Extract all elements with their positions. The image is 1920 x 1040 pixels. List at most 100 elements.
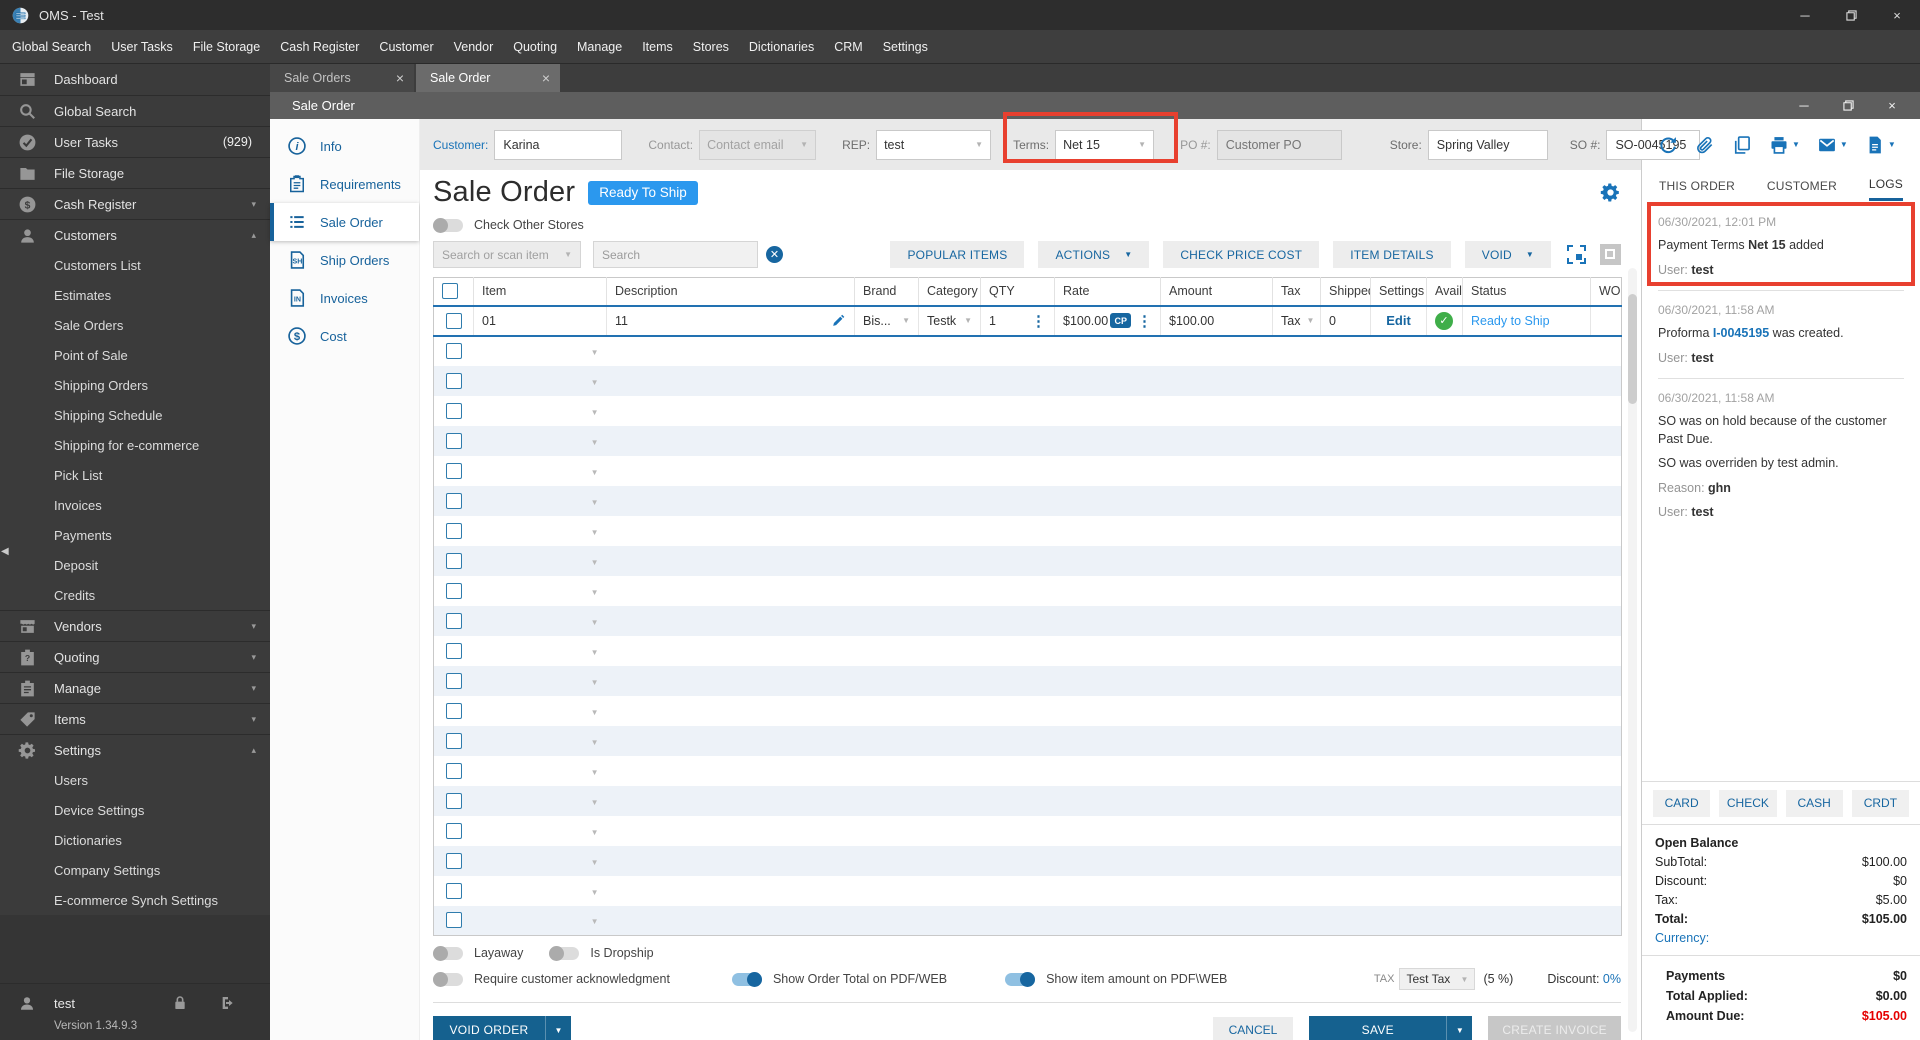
column-header-item[interactable]: Item [473, 277, 607, 306]
kebab-menu-icon[interactable]: ⋮ [1137, 312, 1152, 330]
tab-customer[interactable]: CUSTOMER [1767, 170, 1837, 201]
chevron-down-icon[interactable]: ▼ [591, 408, 599, 417]
select-all-checkbox[interactable] [442, 283, 458, 300]
kebab-menu-icon[interactable]: ⋮ [1031, 312, 1046, 330]
check-other-stores-toggle[interactable] [433, 217, 463, 233]
table-scrollbar[interactable] [1628, 268, 1637, 1032]
sidebar-item-shipping-schedule[interactable]: Shipping Schedule [0, 400, 270, 430]
row-checkbox[interactable] [445, 762, 462, 779]
row-checkbox[interactable] [445, 672, 462, 689]
row-checkbox[interactable] [445, 343, 462, 359]
menubar-item-crm[interactable]: CRM [824, 30, 872, 63]
actions-button[interactable]: ACTIONS ▼ [1038, 241, 1150, 268]
chevron-down-icon[interactable]: ▼ [1124, 250, 1132, 259]
check-price-cost-button[interactable]: CHECK PRICE COST [1163, 241, 1320, 268]
sidebar-item-shipping-for-e-commerce[interactable]: Shipping for e-commerce [0, 430, 270, 460]
multi-select-icon[interactable] [1567, 245, 1586, 264]
maximize-button[interactable] [1828, 0, 1874, 30]
chevron-down-icon[interactable]: ▼ [591, 438, 599, 447]
chevron-down-icon[interactable]: ▼ [591, 378, 599, 387]
contact-select[interactable]: Contact email ▼ [699, 129, 817, 160]
total-row-currency[interactable]: Currency: [1655, 929, 1907, 948]
chevron-down-icon[interactable]: ▼ [591, 348, 599, 357]
chevron-down-icon[interactable]: ▼ [591, 468, 599, 477]
minimize-button[interactable]: ─ [1782, 0, 1828, 30]
menubar-item-global-search[interactable]: Global Search [2, 30, 101, 63]
row-checkbox[interactable] [445, 432, 462, 449]
sidebar-item-invoices[interactable]: Invoices [0, 490, 270, 520]
layaway-toggle[interactable] [433, 945, 463, 961]
email-button[interactable]: ▼ [1817, 135, 1848, 155]
chevron-down-icon[interactable]: ▼ [958, 316, 972, 325]
export-document-button[interactable]: ▼ [1865, 135, 1896, 155]
row-checkbox[interactable] [445, 912, 462, 929]
row-checkbox[interactable] [445, 612, 462, 629]
copy-icon[interactable] [1732, 135, 1752, 155]
row-status-link[interactable]: Ready to Ship [1471, 314, 1550, 328]
item-row[interactable]: 01 11 Bis... ▼ Testk ▼ 1 ⋮ $100.00 CP ⋮ $100.… [433, 304, 1622, 337]
chevron-down-icon[interactable]: ▼ [591, 917, 599, 926]
menubar-item-cash-register[interactable]: Cash Register [270, 30, 369, 63]
print-button[interactable]: ▼ [1769, 135, 1800, 155]
row-checkbox[interactable] [445, 822, 462, 839]
so-number-input[interactable] [1606, 129, 1701, 160]
popular-items-button[interactable]: POPULAR ITEMS [890, 241, 1025, 268]
tax-select[interactable]: Test Tax ▼ [1399, 968, 1476, 990]
po-input[interactable] [1216, 129, 1342, 160]
void-order-dropdown[interactable]: ▼ [545, 1016, 571, 1040]
layout-icon[interactable] [1600, 244, 1621, 265]
chevron-down-icon[interactable]: ▼ [896, 316, 910, 325]
create-invoice-button[interactable]: CREATE INVOICE [1488, 1016, 1621, 1040]
menubar-item-manage[interactable]: Manage [567, 30, 632, 63]
close-button[interactable]: × [1874, 0, 1920, 30]
row-checkbox[interactable] [445, 792, 462, 809]
sidebar-collapse-icon[interactable]: ◀ [1, 546, 9, 557]
discount-value[interactable]: 0% [1603, 972, 1621, 986]
sidebar-item-quoting[interactable]: ? Quoting ▾ [0, 641, 270, 672]
sidebar-item-cash-register[interactable]: $ Cash Register ▾ [0, 188, 270, 219]
pay-button-cash[interactable]: CASH [1785, 789, 1843, 817]
tab-this-order[interactable]: THIS ORDER [1659, 170, 1735, 201]
item-details-button[interactable]: ITEM DETAILS [1333, 241, 1451, 268]
chevron-down-icon[interactable]: ▼ [591, 588, 599, 597]
scrollbar-thumb[interactable] [1628, 294, 1637, 404]
sidebar-item-sale-orders[interactable]: Sale Orders [0, 310, 270, 340]
menubar-item-user-tasks[interactable]: User Tasks [101, 30, 183, 63]
row-checkbox[interactable] [445, 882, 462, 899]
sidebar-item-items[interactable]: Items ▾ [0, 703, 270, 734]
chevron-down-icon[interactable]: ▼ [591, 708, 599, 717]
column-header-amount[interactable]: Amount [1160, 277, 1273, 306]
menubar-item-quoting[interactable]: Quoting [503, 30, 567, 63]
chevron-down-icon[interactable]: ▼ [591, 648, 599, 657]
inner-close-button[interactable]: × [1870, 92, 1914, 119]
lock-icon[interactable] [172, 995, 188, 1011]
void-order-button[interactable]: VOID ORDER [433, 1016, 545, 1040]
menubar-item-file-storage[interactable]: File Storage [183, 30, 270, 63]
refresh-icon[interactable] [1658, 135, 1678, 155]
chevron-down-icon[interactable]: ▼ [591, 768, 599, 777]
chevron-down-icon[interactable]: ▼ [591, 678, 599, 687]
sidebar-item-users[interactable]: Users [0, 765, 270, 795]
doc-menu-item-info[interactable]: i Info [270, 127, 419, 165]
chevron-down-icon[interactable]: ▼ [591, 738, 599, 747]
chevron-down-icon[interactable]: ▼ [1526, 250, 1534, 259]
sidebar-item-payments[interactable]: Payments [0, 520, 270, 550]
row-checkbox[interactable] [445, 582, 462, 599]
inner-restore-button[interactable] [1826, 92, 1870, 119]
cell-rate[interactable]: $100.00 [1063, 314, 1108, 328]
sidebar-item-global-search[interactable]: Global Search [0, 95, 270, 126]
cell-brand[interactable]: Bis... [863, 314, 891, 328]
menubar-item-items[interactable]: Items [632, 30, 683, 63]
column-header-shipped[interactable]: Shipped [1320, 277, 1371, 306]
edit-description-icon[interactable] [831, 313, 846, 328]
rep-select[interactable]: test ▼ [876, 129, 992, 160]
require-ack-toggle[interactable] [433, 971, 463, 987]
column-header-category[interactable]: Category [918, 277, 981, 306]
search-input[interactable]: Search ✕ [593, 241, 783, 268]
customer-input[interactable] [494, 129, 623, 160]
column-header-description[interactable]: Description [606, 277, 855, 306]
sidebar-item-dictionaries[interactable]: Dictionaries [0, 825, 270, 855]
terms-select[interactable]: Net 15 ▼ [1055, 129, 1155, 160]
doc-menu-item-sale-order[interactable]: Sale Order [270, 203, 419, 241]
inner-minimize-button[interactable]: ─ [1782, 92, 1826, 119]
